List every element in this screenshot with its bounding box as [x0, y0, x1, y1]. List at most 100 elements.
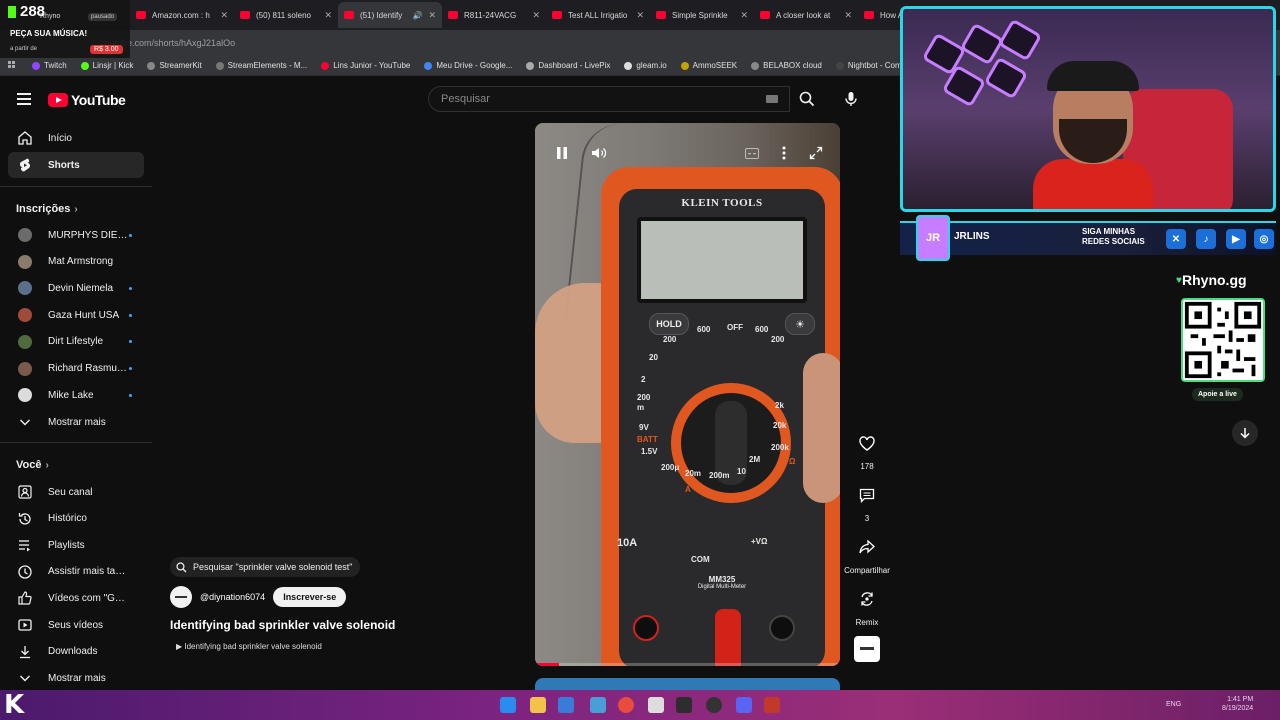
remix-button[interactable]	[850, 582, 884, 616]
sidebar-item-subscription[interactable]: Mat Armstrong	[8, 249, 144, 275]
bookmark-item[interactable]: Twitch	[32, 61, 67, 70]
browser-tab[interactable]: Amazon.com : h ✕	[130, 2, 234, 28]
browser-tab[interactable]: (51) Identify 🔊 ✕	[338, 2, 442, 28]
close-tab-icon[interactable]: ✕	[740, 10, 748, 21]
subscribe-button[interactable]: Inscrever-se	[273, 587, 347, 607]
sidebar-item-subscription[interactable]: MURPHYS DIESEL	[8, 222, 144, 248]
bookmark-item[interactable]: Nightbot - Comm	[835, 61, 908, 70]
browser-tab[interactable]: Test ALL Irrigatio ✕	[546, 2, 650, 28]
chevron-down-icon	[20, 419, 30, 426]
keyboard-icon[interactable]	[766, 95, 778, 103]
bookmark-item[interactable]: Linsjr | Kick	[80, 61, 133, 70]
bookmark-item[interactable]: AmmoSEEK	[680, 61, 737, 70]
home-icon	[18, 131, 32, 145]
sidebar-show-more-button[interactable]: Mostrar mais	[8, 409, 144, 435]
you-heading[interactable]: Você ›	[16, 459, 49, 471]
discord-icon[interactable]	[736, 697, 752, 713]
bookmark-item[interactable]: Dashboard - LivePix	[526, 61, 610, 70]
fullscreen-button[interactable]	[803, 140, 829, 166]
obs-icon[interactable]	[706, 697, 722, 713]
channel-name[interactable]: @diynation6074	[200, 592, 265, 602]
sidebar-show-more-button[interactable]: Mostrar mais	[8, 665, 144, 691]
close-tab-icon[interactable]: ✕	[220, 10, 228, 21]
sidebar-divider	[0, 442, 152, 443]
thumbs-up-icon	[18, 591, 32, 605]
search-button[interactable]	[790, 86, 824, 112]
comment-icon	[859, 488, 875, 503]
like-button[interactable]	[850, 426, 884, 460]
close-tab-icon[interactable]: ✕	[532, 10, 540, 21]
follow-line-2: REDES SOCIAIS	[1082, 237, 1145, 246]
next-short-preview[interactable]	[535, 678, 840, 690]
more-vertical-icon	[782, 146, 786, 160]
app-icon[interactable]	[648, 697, 664, 713]
bookmark-item[interactable]: gleam.io	[624, 61, 667, 70]
language-indicator[interactable]: ENG	[1166, 701, 1181, 708]
audio-source-thumbnail[interactable]	[854, 636, 880, 662]
pause-button[interactable]	[549, 140, 575, 166]
app-icon[interactable]	[764, 697, 780, 713]
sidebar-item-shorts[interactable]: Shorts	[8, 152, 144, 178]
search-input[interactable]	[429, 87, 749, 111]
browser-tab[interactable]: (50) 811 soleno ✕	[234, 2, 338, 28]
bookmark-item[interactable]: StreamerKit	[147, 61, 202, 70]
new-content-dot	[129, 286, 132, 290]
clock[interactable]: 1:41 PM 8/19/2024	[1222, 695, 1253, 713]
volume-button[interactable]	[586, 140, 612, 166]
bookmark-item[interactable]: BELABOX cloud	[751, 61, 822, 70]
next-short-button[interactable]	[1232, 420, 1258, 446]
browser-tab[interactable]: R811-24VACG ✕	[442, 2, 546, 28]
terminal-icon[interactable]	[676, 697, 692, 713]
chrome-icon[interactable]	[618, 697, 634, 713]
more-options-button[interactable]	[771, 140, 797, 166]
subscriptions-heading[interactable]: Inscrições ›	[16, 203, 78, 215]
voice-search-button[interactable]	[838, 86, 864, 112]
start-icon[interactable]	[500, 697, 516, 713]
browser-tab-title: R811-24VACG	[464, 10, 517, 20]
close-tab-icon[interactable]: ✕	[324, 10, 332, 21]
sidebar-item-you[interactable]: Vídeos com "Gostei"	[8, 585, 144, 611]
steam-icon[interactable]	[590, 697, 606, 713]
short-source-link[interactable]: ▶ Identifying bad sprinkler valve soleno…	[176, 642, 322, 651]
browser-tab[interactable]: A closer look at ✕	[754, 2, 858, 28]
sidebar-item-you[interactable]: Playlists	[8, 532, 144, 558]
browser-tab[interactable]: Simple Sprinkle ✕	[650, 2, 754, 28]
close-tab-icon[interactable]: ✕	[636, 10, 644, 21]
sidebar-item-home[interactable]: Início	[8, 125, 144, 151]
sidebar-item-you[interactable]: Seu canal	[8, 479, 144, 505]
related-search-chip[interactable]: Pesquisar "sprinkler valve solenoid test…	[170, 557, 361, 577]
sidebar-item-subscription[interactable]: Richard Rasmus...	[8, 356, 144, 382]
menu-icon[interactable]	[17, 93, 31, 105]
speaker-icon[interactable]: 🔊	[412, 11, 422, 20]
file-explorer-icon[interactable]	[530, 697, 546, 713]
rhyno-donation-widget: ♥ Rhyno.gg Apoie a live	[1174, 266, 1280, 412]
sidebar-item-you[interactable]: Seus vídeos	[8, 612, 144, 638]
channel-avatar[interactable]	[170, 586, 192, 608]
app-icon[interactable]	[558, 697, 574, 713]
sidebar-item-you[interactable]: Assistir mais tarde	[8, 559, 144, 585]
youtube-logo[interactable]: YouTube	[48, 92, 126, 108]
sidebar-item-you[interactable]: Histórico	[8, 506, 144, 532]
bookmark-item[interactable]: Lins Junior - YouTube	[321, 61, 410, 70]
captions-button[interactable]	[739, 140, 765, 166]
sidebar-item-subscription[interactable]: Gaza Hunt USA	[8, 302, 144, 328]
sidebar-item-label: Dirt Lifestyle	[48, 336, 104, 348]
dial-label: 200k	[771, 443, 789, 452]
share-button[interactable]	[850, 530, 884, 564]
close-tab-icon[interactable]: ✕	[428, 10, 436, 21]
sidebar-item-subscription[interactable]: Dirt Lifestyle	[8, 329, 144, 355]
bookmark-item[interactable]: StreamElements - M...	[215, 61, 307, 70]
short-title[interactable]: Identifying bad sprinkler valve solenoid	[170, 618, 395, 632]
shorts-player[interactable]: KLEIN TOOLS HOLD ☀ 600 OFF 600 200 200 20 2 200…	[535, 123, 840, 666]
sidebar-item-label: Playlists	[48, 539, 85, 551]
comments-button[interactable]	[850, 478, 884, 512]
search-box[interactable]	[428, 86, 790, 112]
sidebar-item-subscription[interactable]: Devin Niemela	[8, 275, 144, 301]
sidebar-item-you[interactable]: Downloads	[8, 639, 144, 665]
video-progress[interactable]	[535, 663, 840, 666]
clock-icon-wrap	[17, 564, 33, 580]
bookmark-item[interactable]: Meu Drive - Google...	[424, 61, 512, 70]
close-tab-icon[interactable]: ✕	[844, 10, 852, 21]
sidebar-item-subscription[interactable]: Mike Lake	[8, 382, 144, 408]
apps-icon[interactable]	[8, 60, 18, 71]
